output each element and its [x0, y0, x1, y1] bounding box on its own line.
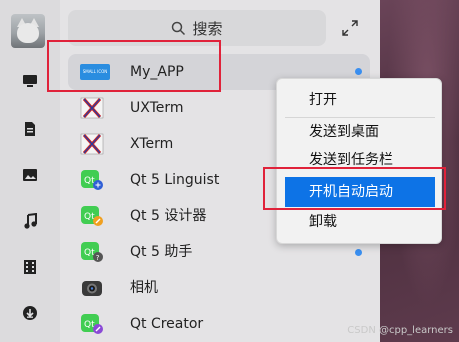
search-icon	[172, 21, 186, 35]
app-label: Qt 5 助手	[130, 244, 193, 260]
new-app-indicator	[355, 249, 362, 256]
music-icon[interactable]	[21, 212, 39, 230]
menu-item-uninstall[interactable]: 卸载	[285, 207, 435, 237]
document-icon[interactable]	[21, 120, 39, 138]
qt-creator-icon: Qt	[80, 313, 104, 335]
new-app-indicator	[355, 68, 362, 75]
camera-icon	[80, 277, 104, 299]
fullscreen-toggle-icon[interactable]	[340, 18, 360, 38]
qt-assistant-icon: Qt?	[80, 241, 104, 263]
image-icon[interactable]	[21, 166, 39, 184]
app-label: Qt 5 设计器	[130, 208, 207, 224]
app-label: Qt 5 Linguist	[130, 172, 220, 188]
menu-item-open[interactable]: 打开	[285, 85, 435, 115]
app-label: XTerm	[130, 136, 174, 152]
qt-linguist-icon: Qt	[80, 169, 104, 191]
svg-text:?: ?	[96, 254, 100, 262]
download-icon[interactable]	[21, 304, 39, 322]
computer-icon[interactable]	[21, 72, 39, 90]
xterm-icon	[80, 133, 104, 155]
search-placeholder: 搜索	[192, 19, 223, 38]
annotation-highlight-autostart	[263, 167, 446, 210]
app-label: UXTerm	[130, 100, 184, 116]
app-context-menu: 打开 发送到桌面 发送到任务栏 开机自动启动 卸载	[276, 78, 442, 244]
app-item-qt-creator[interactable]: Qt Qt Creator	[68, 306, 370, 342]
video-icon[interactable]	[21, 258, 39, 276]
user-avatar[interactable]	[11, 14, 45, 48]
app-item-camera[interactable]: 相机	[68, 270, 370, 306]
annotation-highlight-my-app	[47, 40, 221, 92]
app-label: Qt Creator	[130, 316, 204, 332]
watermark: CSDN @cpp_learners	[347, 325, 453, 336]
menu-item-send-to-desktop[interactable]: 发送到桌面	[285, 117, 435, 147]
uxterm-icon	[80, 97, 104, 119]
qt-designer-icon: Qt	[80, 205, 104, 227]
app-label: 相机	[130, 280, 158, 296]
